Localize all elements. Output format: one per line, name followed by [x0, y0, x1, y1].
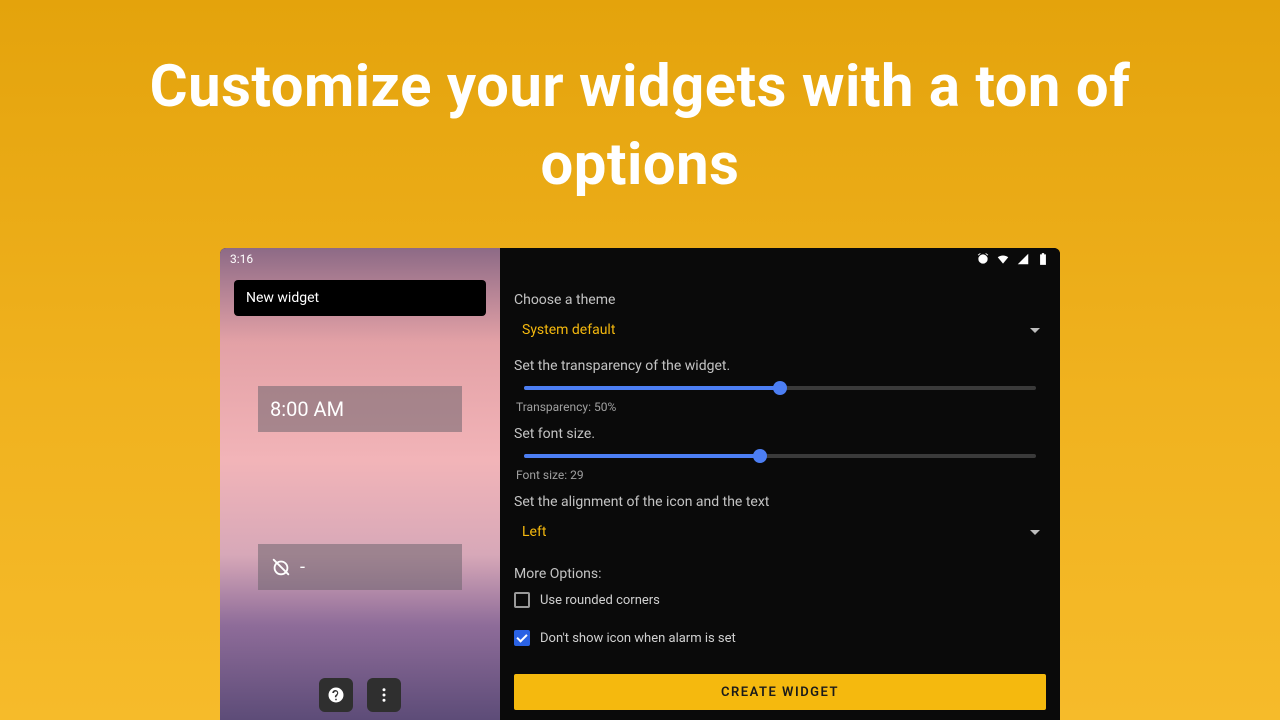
rounded-corners-text: Use rounded corners — [540, 593, 660, 608]
help-button[interactable] — [319, 678, 353, 712]
signal-icon — [1016, 252, 1030, 266]
hide-icon-option[interactable]: Don't show icon when alarm is set — [514, 630, 1046, 646]
theme-label: Choose a theme — [514, 292, 1046, 308]
create-widget-label: CREATE WIDGET — [721, 685, 839, 700]
status-time: 3:16 — [230, 252, 253, 266]
device-frame: 3:16 New widget 8:00 AM - — [220, 248, 1060, 720]
status-icons — [976, 252, 1050, 266]
theme-dropdown[interactable]: System default — [514, 314, 1046, 346]
fontsize-readout: Font size: 29 — [516, 468, 1046, 482]
transparency-slider[interactable] — [524, 386, 1036, 390]
settings-pane: Choose a theme System default Set the tr… — [500, 248, 1060, 720]
checkbox-unchecked-icon — [514, 592, 530, 608]
battery-icon — [1036, 252, 1050, 266]
checkbox-checked-icon — [514, 630, 530, 646]
widget-name-value: New widget — [246, 290, 319, 306]
rounded-corners-option[interactable]: Use rounded corners — [514, 592, 1046, 608]
more-button[interactable] — [367, 678, 401, 712]
transparency-readout: Transparency: 50% — [516, 400, 1046, 414]
more-vert-icon — [375, 686, 393, 704]
status-bar: 3:16 — [220, 248, 1060, 270]
hide-icon-text: Don't show icon when alarm is set — [540, 631, 736, 646]
alarm-off-icon — [270, 556, 292, 578]
chevron-down-icon — [1030, 328, 1040, 333]
widget-preview-time: 8:00 AM — [258, 386, 462, 432]
widget-name-input[interactable]: New widget — [234, 280, 486, 316]
marketing-headline: Customize your widgets with a ton of opt… — [0, 0, 1280, 205]
widget-preview-time-text: 8:00 AM — [270, 397, 344, 421]
chevron-down-icon — [1030, 530, 1040, 535]
alignment-value: Left — [522, 524, 546, 540]
alignment-label: Set the alignment of the icon and the te… — [514, 494, 1046, 510]
theme-value: System default — [522, 322, 615, 338]
more-options-label: More Options: — [514, 566, 1046, 582]
alignment-dropdown[interactable]: Left — [514, 516, 1046, 548]
wifi-icon — [996, 252, 1010, 266]
create-widget-button[interactable]: CREATE WIDGET — [514, 674, 1046, 710]
transparency-label: Set the transparency of the widget. — [514, 358, 1046, 374]
fontsize-label: Set font size. — [514, 426, 1046, 442]
fontsize-slider[interactable] — [524, 454, 1036, 458]
help-icon — [327, 686, 345, 704]
preview-pane: New widget 8:00 AM - — [220, 248, 500, 720]
alarm-icon — [976, 252, 990, 266]
widget-preview-alt: - — [258, 544, 462, 590]
widget-preview-alt-text: - — [300, 557, 305, 578]
